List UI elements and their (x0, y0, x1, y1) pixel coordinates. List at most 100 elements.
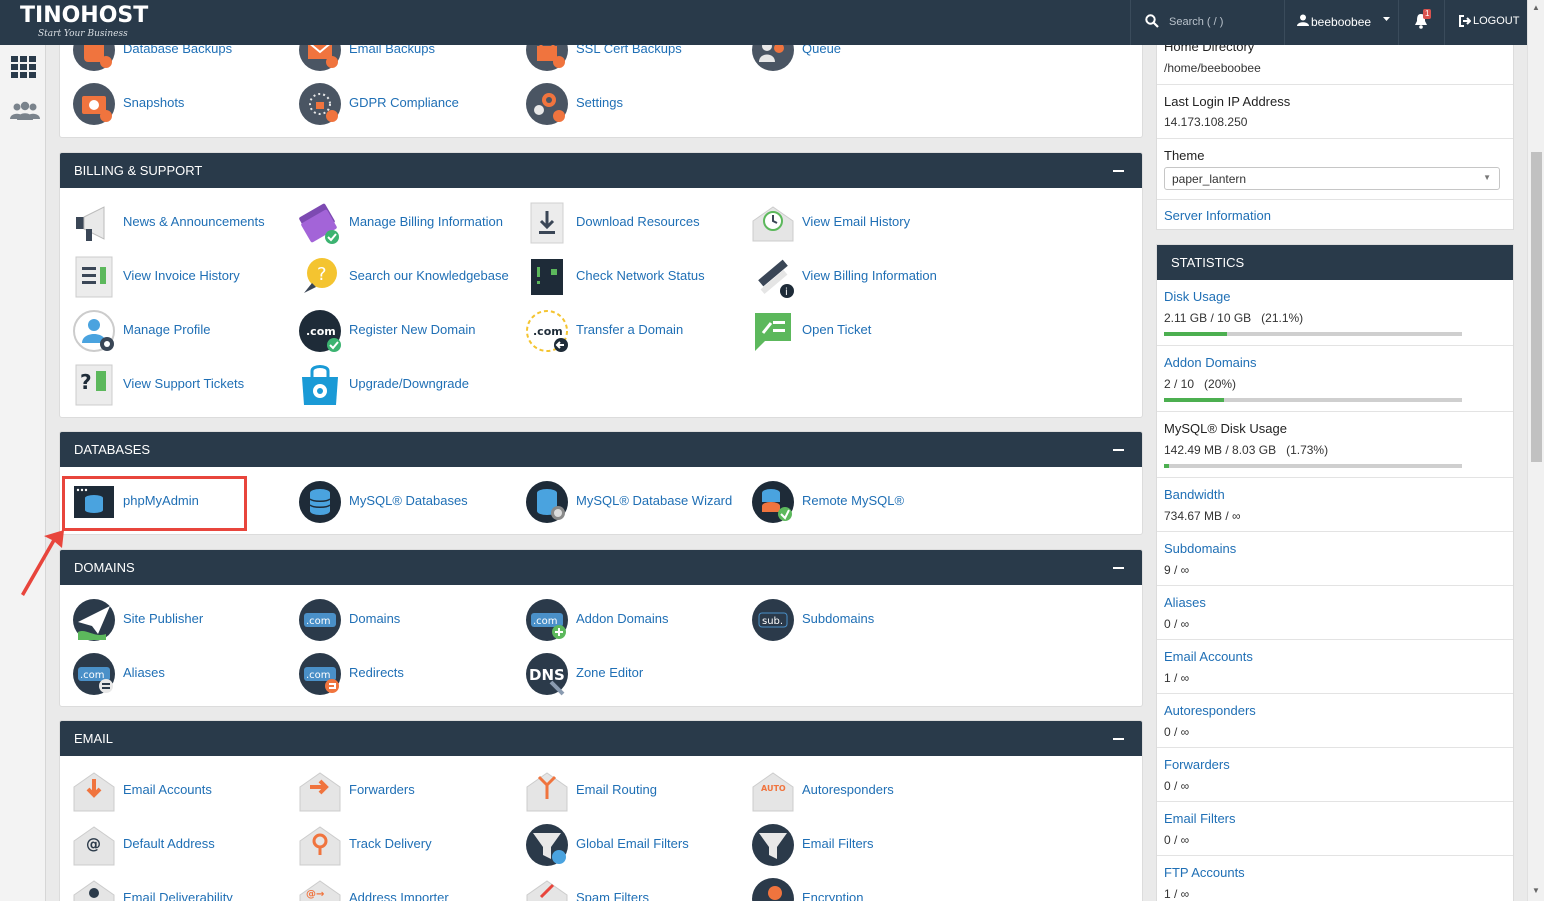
stat-label: MySQL® Disk Usage (1164, 421, 1287, 436)
stat-progress-fill (1164, 464, 1170, 468)
search-box[interactable]: Search ( / ) (1130, 0, 1284, 45)
stat-row[interactable]: Addon Domains 2 / 10 (20%) (1157, 346, 1513, 412)
tool-email-accounts[interactable]: Email Accounts (60, 767, 280, 815)
tool-domains[interactable]: .com Domains (286, 596, 506, 644)
stat-row[interactable]: Disk Usage 2.11 GB / 10 GB (21.1%) (1157, 280, 1513, 346)
stat-row[interactable]: Subdomains 9 / ∞ (1157, 532, 1513, 586)
stat-label[interactable]: Subdomains (1164, 541, 1236, 556)
theme-select[interactable]: paper_lantern ▼ (1164, 167, 1500, 190)
stat-label[interactable]: Email Accounts (1164, 649, 1253, 664)
tool-gdpr-compliance[interactable]: GDPR Compliance (286, 80, 506, 128)
tool-encryption[interactable]: Encryption (739, 875, 959, 901)
tool-email-deliverability[interactable]: Email Deliverability (60, 875, 280, 901)
scroll-down-icon[interactable]: ▼ (1532, 886, 1540, 895)
stat-value: 142.49 MB / 8.03 GB (1.73%) (1164, 443, 1329, 457)
stat-label[interactable]: Disk Usage (1164, 289, 1230, 304)
spam-filter-icon (526, 880, 568, 901)
stat-label[interactable]: Autoresponders (1164, 703, 1256, 718)
users-icon[interactable] (10, 101, 40, 121)
stat-row[interactable]: Email Filters 0 / ∞ (1157, 802, 1513, 856)
tool-manage-profile[interactable]: Manage Profile (60, 307, 280, 355)
svg-text:DNS: DNS (529, 666, 565, 684)
tool-view-billing-information[interactable]: i View Billing Information (739, 253, 959, 301)
theme-row: Theme paper_lantern ▼ (1157, 139, 1513, 200)
server-information-link[interactable]: Server Information (1164, 208, 1271, 223)
email-routing-icon (526, 772, 568, 812)
server-info-row[interactable]: Server Information (1157, 200, 1513, 230)
tool-register-new-domain[interactable]: .com Register New Domain (286, 307, 506, 355)
tool-track-delivery[interactable]: Track Delivery (286, 821, 506, 869)
tool-open-ticket[interactable]: Open Ticket (739, 307, 959, 355)
stat-label[interactable]: Addon Domains (1164, 355, 1257, 370)
tool-manage-billing-information[interactable]: Manage Billing Information (286, 199, 506, 247)
tool-news-announcements[interactable]: News & Announcements (60, 199, 280, 247)
scrollbar-thumb[interactable] (1531, 152, 1542, 462)
tool-address-importer[interactable]: @→ Address Importer (286, 875, 506, 901)
invoice-icon (75, 256, 113, 298)
tool-subdomains[interactable]: sub. Subdomains (739, 596, 959, 644)
home-grid-icon[interactable] (10, 55, 38, 79)
tool-site-publisher[interactable]: Site Publisher (60, 596, 280, 644)
tool-spam-filters[interactable]: Spam Filters (513, 875, 733, 901)
stat-row[interactable]: Autoresponders 0 / ∞ (1157, 694, 1513, 748)
tool-settings[interactable]: Settings (513, 80, 733, 128)
tool-email-filters[interactable]: Email Filters (739, 821, 959, 869)
stat-row[interactable]: Bandwidth 734.67 MB / ∞ (1157, 478, 1513, 532)
stat-progress-bar (1164, 398, 1462, 402)
tool-search-knowledgebase[interactable]: ? Search our Knowledgebase (286, 253, 509, 301)
stat-label[interactable]: FTP Accounts (1164, 865, 1245, 880)
vertical-scrollbar[interactable]: ▲ ▼ (1527, 0, 1544, 901)
panel-header[interactable]: EMAIL (60, 721, 1142, 756)
last-login-value: 14.173.108.250 (1164, 115, 1248, 129)
tool-snapshots[interactable]: Snapshots (60, 80, 280, 128)
stat-row[interactable]: Forwarders 0 / ∞ (1157, 748, 1513, 802)
collapse-icon[interactable] (1113, 449, 1124, 451)
stat-label[interactable]: Bandwidth (1164, 487, 1225, 502)
stat-row[interactable]: FTP Accounts 1 / ∞ (1157, 856, 1513, 901)
panel-header[interactable]: DATABASES (60, 432, 1142, 467)
zone-editor-icon: DNS (526, 653, 568, 696)
stat-row[interactable]: Aliases 0 / ∞ (1157, 586, 1513, 640)
tool-zone-editor[interactable]: DNS Zone Editor (513, 650, 733, 698)
panel-header[interactable]: DOMAINS (60, 550, 1142, 585)
tool-download-resources[interactable]: Download Resources (513, 199, 733, 247)
email-accounts-icon (73, 772, 115, 812)
collapse-icon[interactable] (1113, 170, 1124, 172)
tool-redirects[interactable]: .com Redirects (286, 650, 506, 698)
tool-upgrade-downgrade[interactable]: Upgrade/Downgrade (286, 361, 506, 409)
collapse-icon[interactable] (1113, 567, 1124, 569)
tool-addon-domains[interactable]: .com Addon Domains (513, 596, 733, 644)
theme-label: Theme (1164, 148, 1205, 163)
tool-autoresponders[interactable]: AUTO Autoresponders (739, 767, 959, 815)
scroll-up-icon[interactable]: ▲ (1532, 3, 1540, 12)
notifications-button[interactable]: 1 (1398, 0, 1444, 45)
stat-row[interactable]: Email Accounts 1 / ∞ (1157, 640, 1513, 694)
tool-forwarders[interactable]: Forwarders (286, 767, 506, 815)
user-menu[interactable]: beeboobee (1284, 0, 1398, 45)
stat-label[interactable]: Email Filters (1164, 811, 1236, 826)
last-login-row: Last Login IP Address 14.173.108.250 (1157, 85, 1513, 139)
tool-view-email-history[interactable]: View Email History (739, 199, 959, 247)
tool-view-invoice-history[interactable]: View Invoice History (60, 253, 280, 301)
left-nav (0, 45, 46, 901)
billing-info-icon: i (758, 259, 794, 298)
panel-header[interactable]: BILLING & SUPPORT (60, 153, 1142, 188)
stat-label[interactable]: Forwarders (1164, 757, 1230, 772)
tool-default-address[interactable]: @ Default Address (60, 821, 280, 869)
tool-check-network-status[interactable]: Check Network Status (513, 253, 733, 301)
tool-global-email-filters[interactable]: Global Email Filters (513, 821, 733, 869)
tool-remote-mysql[interactable]: Remote MySQL® (739, 478, 959, 526)
stat-label[interactable]: Aliases (1164, 595, 1206, 610)
tool-email-routing[interactable]: Email Routing (513, 767, 733, 815)
tool-transfer-domain[interactable]: .com Transfer a Domain (513, 307, 733, 355)
tool-view-support-tickets[interactable]: ? View Support Tickets (60, 361, 280, 409)
svg-text:@→: @→ (306, 889, 324, 900)
tool-mysql-database-wizard[interactable]: MySQL® Database Wizard (513, 478, 733, 526)
tool-mysql-databases[interactable]: MySQL® Databases (286, 478, 506, 526)
search-input[interactable]: Search ( / ) (1169, 16, 1223, 28)
logout-button[interactable]: LOGOUT (1444, 0, 1527, 45)
settings-icon (526, 83, 568, 125)
tool-aliases[interactable]: .com Aliases (60, 650, 280, 698)
brand-logo[interactable]: TINOHOST Start Your Business (20, 3, 148, 39)
collapse-icon[interactable] (1113, 738, 1124, 740)
